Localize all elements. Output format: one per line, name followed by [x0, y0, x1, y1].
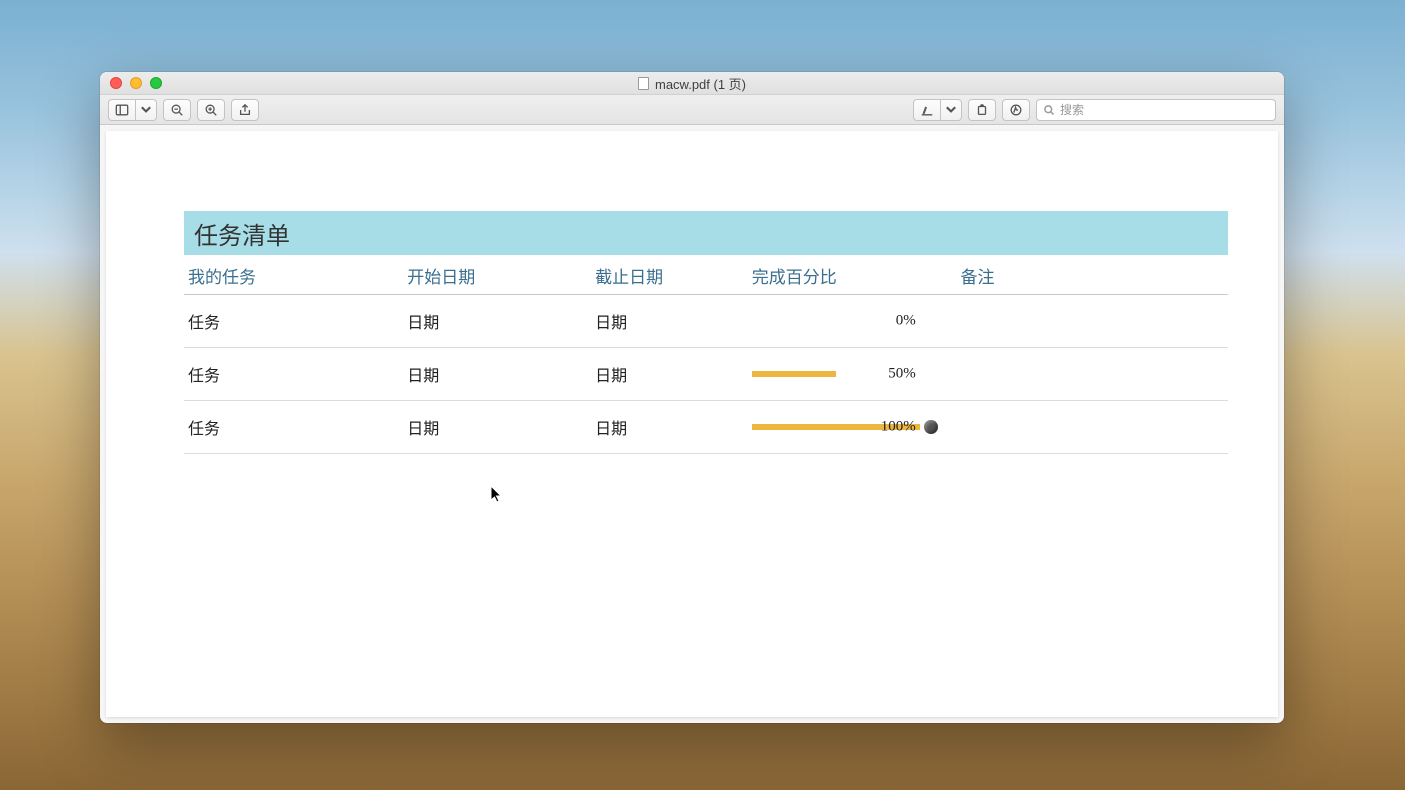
toolbar: 搜索: [100, 95, 1284, 125]
search-input[interactable]: 搜索: [1036, 99, 1276, 121]
titlebar[interactable]: macw.pdf (1 页): [100, 72, 1284, 95]
col-end: 截止日期: [591, 255, 748, 295]
task-cell: 任务: [184, 348, 403, 401]
highlight-button[interactable]: [913, 99, 941, 121]
end-cell: 日期: [591, 348, 748, 401]
task-list-document: 任务清单 我的任务 开始日期 截止日期 完成百分比 备注 任务日期日期0%任务日…: [184, 211, 1228, 454]
table-row: 任务日期日期100%: [184, 401, 1228, 454]
search-placeholder: 搜索: [1060, 101, 1084, 118]
progress-bar: [752, 371, 836, 377]
share-button[interactable]: [231, 99, 259, 121]
progress-cell: 0%: [748, 295, 957, 348]
document-viewport[interactable]: 任务清单 我的任务 开始日期 截止日期 完成百分比 备注 任务日期日期0%任务日…: [106, 131, 1278, 717]
progress-label: 50%: [888, 366, 916, 383]
note-cell: [957, 348, 1228, 401]
start-cell: 日期: [403, 348, 591, 401]
highlight-menu-button[interactable]: [941, 99, 962, 121]
col-task: 我的任务: [184, 255, 403, 295]
zoom-out-button[interactable]: [163, 99, 191, 121]
start-cell: 日期: [403, 401, 591, 454]
note-cell: [957, 401, 1228, 454]
sidebar-toggle-button[interactable]: [108, 99, 136, 121]
marker-dot-icon: [924, 420, 938, 434]
table-row: 任务日期日期0%: [184, 295, 1228, 348]
progress-cell: 100%: [748, 401, 957, 454]
sidebar-menu-button[interactable]: [136, 99, 157, 121]
search-icon: [1043, 104, 1055, 116]
end-cell: 日期: [591, 295, 748, 348]
end-cell: 日期: [591, 401, 748, 454]
zoom-icon[interactable]: [150, 77, 162, 89]
col-note: 备注: [957, 255, 1228, 295]
traffic-lights: [110, 77, 162, 89]
zoom-in-button[interactable]: [197, 99, 225, 121]
note-cell: [957, 295, 1228, 348]
table-row: 任务日期日期50%: [184, 348, 1228, 401]
page-title: 任务清单: [184, 211, 1228, 255]
col-pct: 完成百分比: [748, 255, 957, 295]
progress-label: 0%: [896, 313, 916, 330]
preview-window: macw.pdf (1 页): [100, 72, 1284, 723]
task-table: 我的任务 开始日期 截止日期 完成百分比 备注 任务日期日期0%任务日期日期50…: [184, 255, 1228, 454]
rotate-button[interactable]: [968, 99, 996, 121]
task-cell: 任务: [184, 295, 403, 348]
minimize-icon[interactable]: [130, 77, 142, 89]
start-cell: 日期: [403, 295, 591, 348]
window-title: macw.pdf (1 页): [655, 74, 746, 93]
file-icon: [638, 77, 649, 90]
close-icon[interactable]: [110, 77, 122, 89]
progress-cell: 50%: [748, 348, 957, 401]
progress-label: 100%: [881, 419, 916, 436]
markup-button[interactable]: [1002, 99, 1030, 121]
col-start: 开始日期: [403, 255, 591, 295]
task-cell: 任务: [184, 401, 403, 454]
